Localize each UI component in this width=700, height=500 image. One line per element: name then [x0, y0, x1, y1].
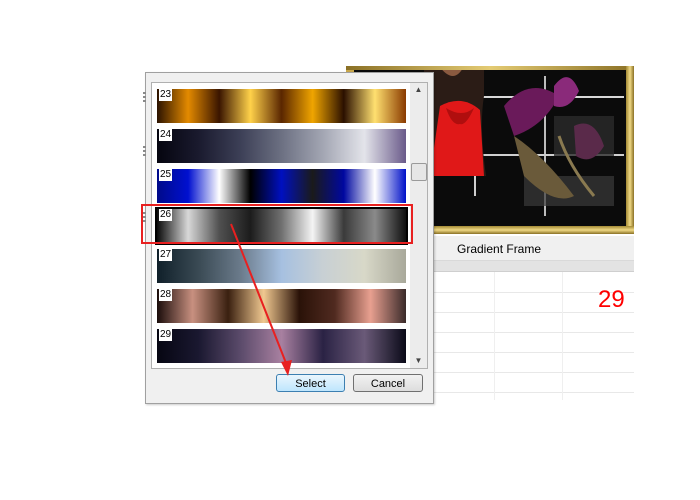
- panel-col-divider: [562, 272, 563, 400]
- gradient-swatch: [157, 129, 406, 163]
- panel-row-divider: [432, 332, 634, 333]
- gradient-swatch: [157, 289, 406, 323]
- gradient-number: 25: [159, 169, 173, 181]
- gradient-number: 28: [159, 289, 173, 301]
- layers-panel: Gradient Frame: [432, 236, 634, 400]
- gradient-item-25[interactable]: 25: [157, 169, 406, 203]
- gradient-swatch: [157, 169, 406, 203]
- gradient-item-27[interactable]: 27: [157, 249, 406, 283]
- panel-header-label: Gradient Frame: [457, 242, 542, 256]
- select-button[interactable]: Select: [276, 374, 345, 392]
- panel-row-divider: [432, 352, 634, 353]
- panel-toolbar: [432, 261, 634, 272]
- gradient-swatch: [157, 329, 406, 363]
- gradient-item-23[interactable]: 23: [157, 89, 406, 123]
- scroll-up-icon[interactable]: ▲: [410, 83, 427, 97]
- panel-header: Gradient Frame: [432, 236, 634, 261]
- gradient-number: 23: [159, 89, 173, 101]
- panel-row-divider: [432, 372, 634, 373]
- scroll-thumb[interactable]: [411, 163, 427, 181]
- panel-col-divider: [494, 272, 495, 400]
- gradient-number: 27: [159, 249, 173, 261]
- highlight-annotation: [141, 204, 413, 244]
- cancel-button[interactable]: Cancel: [353, 374, 423, 392]
- gradient-item-29[interactable]: 29: [157, 329, 406, 363]
- panel-grip: [143, 92, 146, 104]
- gradient-number: 24: [159, 129, 173, 141]
- panel-row-divider: [432, 392, 634, 393]
- scroll-down-icon[interactable]: ▼: [410, 354, 427, 368]
- frame-top: [346, 66, 634, 70]
- gradient-swatch: [157, 249, 406, 283]
- frame-right: [626, 66, 634, 234]
- gradient-item-28[interactable]: 28: [157, 289, 406, 323]
- panel-grip: [143, 146, 146, 158]
- step-number-annotation: 29: [598, 286, 625, 313]
- gradient-number: 29: [159, 329, 173, 341]
- gradient-swatch: [157, 89, 406, 123]
- gradient-item-24[interactable]: 24: [157, 129, 406, 163]
